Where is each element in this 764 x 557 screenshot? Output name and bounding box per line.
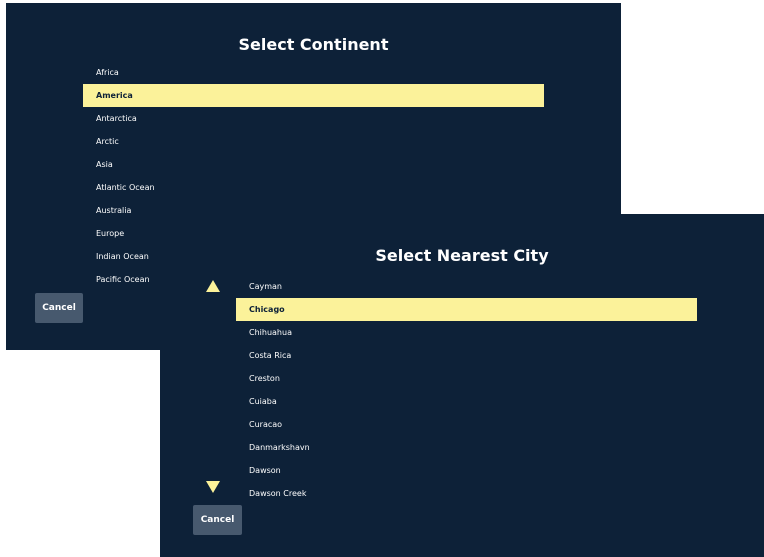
city-cancel-button[interactable]: Cancel <box>193 505 242 535</box>
city-list-item[interactable]: Dawson <box>236 459 697 482</box>
scroll-down-icon[interactable] <box>206 481 220 493</box>
city-dialog-title: Select Nearest City <box>375 246 549 265</box>
scroll-up-icon[interactable] <box>206 280 220 292</box>
city-list-item[interactable]: Chihuahua <box>236 321 697 344</box>
continent-list-item[interactable]: Atlantic Ocean <box>83 176 544 199</box>
continent-list-item-selected[interactable]: America <box>83 84 544 107</box>
city-list: Cayman Chicago Chihuahua Costa Rica Creston C… <box>236 275 697 505</box>
city-list-item[interactable]: Dawson Creek <box>236 482 697 505</box>
continent-list-item[interactable]: Asia <box>83 153 544 176</box>
continent-list-item[interactable]: Arctic <box>83 130 544 153</box>
city-list-item[interactable]: Cuiaba <box>236 390 697 413</box>
continent-dialog-title: Select Continent <box>238 35 389 54</box>
continent-list-item[interactable]: Antarctica <box>83 107 544 130</box>
city-dialog: Select Nearest City Cayman Chicago Chihuah… <box>160 214 764 557</box>
city-list-item[interactable]: Curacao <box>236 413 697 436</box>
city-list-item[interactable]: Creston <box>236 367 697 390</box>
continent-list-item[interactable]: Africa <box>83 61 544 84</box>
city-list-item-selected[interactable]: Chicago <box>236 298 697 321</box>
city-list-item[interactable]: Danmarkshavn <box>236 436 697 459</box>
continent-cancel-button[interactable]: Cancel <box>35 293 83 323</box>
city-list-item[interactable]: Costa Rica <box>236 344 697 367</box>
city-list-item[interactable]: Cayman <box>236 275 697 298</box>
